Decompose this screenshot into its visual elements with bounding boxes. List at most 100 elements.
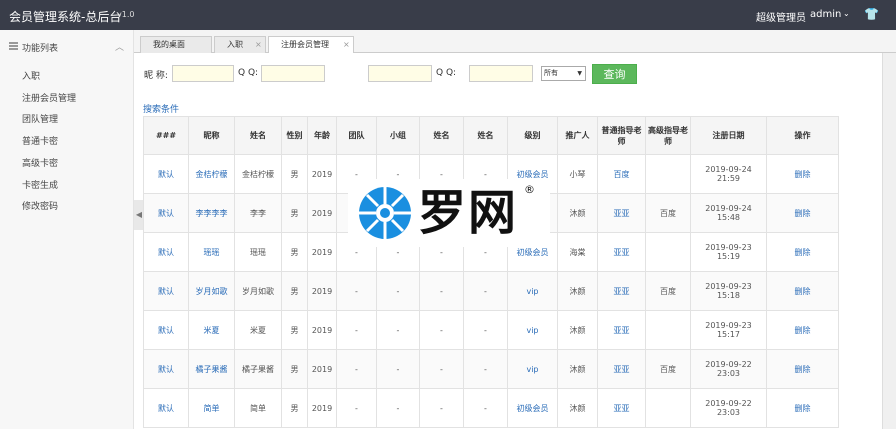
- table-cell[interactable]: vip: [507, 349, 558, 389]
- qq-label-2: Q Q:: [436, 68, 457, 78]
- search-criteria-link[interactable]: 搜索条件: [143, 102, 179, 115]
- table-row: 默认 岁月如歌 岁月如歌男 2019- - - - vip 沐颜 亚亚 百度 2019-09-23 1…: [143, 271, 839, 311]
- table-cell[interactable]: 亚亚: [597, 271, 646, 311]
- table-cell[interactable]: vip: [507, 271, 558, 311]
- table-cell: 男: [281, 271, 308, 311]
- nickname-input[interactable]: [172, 65, 234, 82]
- table-cell: 百度: [645, 193, 691, 233]
- tab-label: 我的桌面: [153, 40, 185, 49]
- table-cell[interactable]: 金桔柠檬: [188, 154, 235, 194]
- default-link[interactable]: 默认: [143, 310, 189, 350]
- column-header: 推广人: [557, 116, 598, 155]
- close-icon[interactable]: ×: [255, 37, 262, 52]
- luowang-logo: 罗网 ®: [348, 179, 550, 247]
- table-cell[interactable]: 亚亚: [597, 349, 646, 389]
- table-cell[interactable]: 亚亚: [597, 310, 646, 350]
- table-cell: 2019: [307, 232, 337, 272]
- column-header: ###: [143, 116, 189, 155]
- vertical-scrollbar[interactable]: [882, 53, 896, 429]
- table-cell[interactable]: 岁月如歌: [188, 271, 235, 311]
- table-cell[interactable]: 亚亚: [597, 193, 646, 233]
- table-cell: -: [376, 349, 420, 389]
- shirt-icon[interactable]: 👕: [864, 7, 879, 21]
- sidebar-heading-label: 功能列表: [22, 44, 59, 54]
- tab-label: 注册会员管理: [281, 40, 329, 49]
- delete-button[interactable]: 删除: [766, 388, 839, 428]
- table-cell: [645, 310, 691, 350]
- nickname-label: 昵 称:: [144, 71, 168, 81]
- delete-button[interactable]: 删除: [766, 271, 839, 311]
- level-select[interactable]: 所有 ▼: [541, 66, 586, 81]
- sidebar-item-normal-cards[interactable]: 普通卡密: [22, 134, 58, 147]
- default-link[interactable]: 默认: [143, 349, 189, 389]
- default-link[interactable]: 默认: [143, 154, 189, 194]
- table-cell: 2019-09-23 15:19: [690, 232, 767, 272]
- level-select-value: 所有: [544, 69, 558, 77]
- table-cell: -: [336, 271, 377, 311]
- table-cell[interactable]: 瑶瑶: [188, 232, 235, 272]
- column-header: 注册日期: [690, 116, 767, 155]
- tab-onboard[interactable]: 入职 ×: [214, 36, 266, 53]
- qq-label: Q Q:: [238, 68, 259, 78]
- sidebar-item-members[interactable]: 注册会员管理: [22, 91, 76, 104]
- table-cell: 2019-09-22 23:03: [690, 388, 767, 428]
- column-header: 性别: [281, 116, 308, 155]
- table-cell: [645, 154, 691, 194]
- close-icon[interactable]: ×: [343, 37, 350, 52]
- default-link[interactable]: 默认: [143, 271, 189, 311]
- table-cell[interactable]: vip: [507, 310, 558, 350]
- table-cell: -: [336, 310, 377, 350]
- table-row: 默认 简单 简单男 2019- - - - 初级会员 沐颜 亚亚 2019-09-22 23:03 删…: [143, 388, 839, 428]
- qq-input-2[interactable]: [368, 65, 432, 82]
- tab-member-management[interactable]: 注册会员管理 ×: [268, 36, 354, 54]
- menu-icon: [9, 42, 18, 50]
- app-title: 会员管理系统-总后台: [9, 10, 122, 24]
- app-version: v1.0: [117, 10, 135, 19]
- qq-input-3[interactable]: [469, 65, 533, 82]
- sidebar-heading[interactable]: 功能列表 ︿: [0, 38, 134, 60]
- table-cell: 男: [281, 349, 308, 389]
- table-cell: 2019: [307, 310, 337, 350]
- table-cell: 岁月如歌: [234, 271, 282, 311]
- sidebar-item-teams[interactable]: 团队管理: [22, 112, 58, 125]
- qq-input[interactable]: [261, 65, 325, 82]
- column-header: 团队: [336, 116, 377, 155]
- sidebar-item-onboard[interactable]: 入职: [22, 69, 40, 82]
- sidebar: 功能列表 ︿ 入职 注册会员管理 团队管理 普通卡密 高级卡密 卡密生成 修改密…: [0, 30, 134, 429]
- table-cell[interactable]: 简单: [188, 388, 235, 428]
- sidebar-item-card-generate[interactable]: 卡密生成: [22, 178, 58, 191]
- chevron-down-icon[interactable]: ⌄: [843, 9, 850, 18]
- table-cell: 2019-09-24 15:48: [690, 193, 767, 233]
- table-cell: 海棠: [557, 232, 598, 272]
- table-cell[interactable]: 橘子果酱: [188, 349, 235, 389]
- default-link[interactable]: 默认: [143, 193, 189, 233]
- delete-button[interactable]: 删除: [766, 154, 839, 194]
- table-cell: 2019-09-23 15:17: [690, 310, 767, 350]
- default-link[interactable]: 默认: [143, 388, 189, 428]
- table-cell[interactable]: 李李李李: [188, 193, 235, 233]
- table-cell[interactable]: 亚亚: [597, 388, 646, 428]
- table-cell: 男: [281, 154, 308, 194]
- table-cell: 百度: [645, 271, 691, 311]
- chevron-up-icon[interactable]: ︿: [115, 40, 124, 53]
- table-cell: 男: [281, 310, 308, 350]
- query-button[interactable]: 查询: [592, 64, 637, 84]
- table-cell[interactable]: 亚亚: [597, 232, 646, 272]
- delete-button[interactable]: 删除: [766, 193, 839, 233]
- user-menu[interactable]: admin: [810, 9, 841, 20]
- chevron-down-icon: ▼: [577, 70, 582, 77]
- delete-button[interactable]: 删除: [766, 349, 839, 389]
- sidebar-item-premium-cards[interactable]: 高级卡密: [22, 156, 58, 169]
- tab-desktop[interactable]: 我的桌面: [140, 36, 212, 53]
- delete-button[interactable]: 删除: [766, 310, 839, 350]
- column-header: 姓名: [234, 116, 282, 155]
- table-cell[interactable]: 百度: [597, 154, 646, 194]
- table-cell[interactable]: 米夏: [188, 310, 235, 350]
- table-cell[interactable]: 初级会员: [507, 388, 558, 428]
- sidebar-item-change-password[interactable]: 修改密码: [22, 199, 58, 212]
- default-link[interactable]: 默认: [143, 232, 189, 272]
- spider-logo-icon: [359, 187, 411, 239]
- table-cell: 2019-09-22 23:03: [690, 349, 767, 389]
- table-cell: 2019: [307, 349, 337, 389]
- delete-button[interactable]: 删除: [766, 232, 839, 272]
